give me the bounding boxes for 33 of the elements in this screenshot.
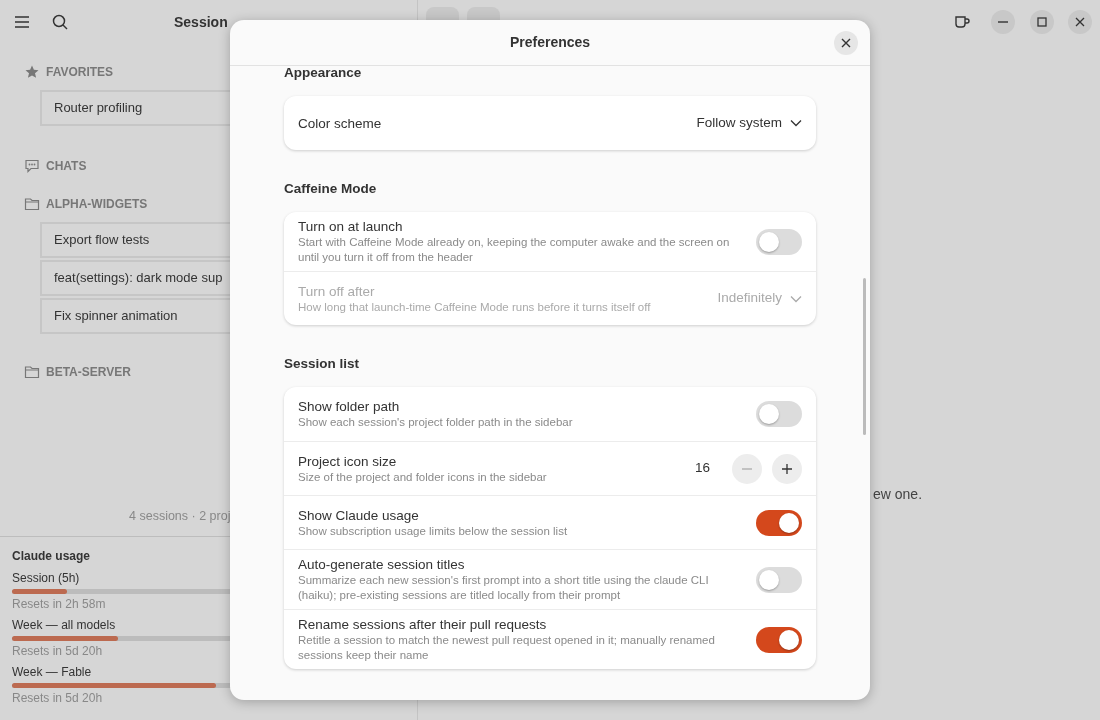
setting-description: Show each session's project folder path in the sidebar (298, 415, 574, 430)
setting-title: Turn off after (298, 282, 376, 300)
empty-message: ew one. (872, 485, 924, 504)
setting-title: Color scheme (298, 114, 383, 132)
session-count: 4 sessions · 2 proj (129, 508, 231, 526)
usage-reading: Resets in 2h 58m (12, 597, 106, 611)
setting-description: Summarize each new session's first prompt into a short title using the claude CLI (haiku); pre-existing sessions are titled locally from their prompt (298, 573, 710, 603)
setting-title: Turn on at launch (298, 218, 404, 235)
usage-label: Week — all models (12, 618, 116, 633)
group-title: Appearance (284, 66, 363, 80)
setting-title: Auto-generate session titles (298, 556, 466, 573)
setting-description: Retitle a session to match the newest pull request opened in it; manually renamed sessions keep their name (298, 633, 716, 663)
setting-title: Show folder path (298, 398, 401, 415)
section-header: BETA-SERVER (46, 364, 131, 381)
group-title: Session list (284, 357, 361, 371)
setting-title: Rename sessions after their pull requests (298, 616, 548, 633)
usage-label: Week — Fable (12, 665, 92, 680)
section-header: FAVORITES (46, 64, 114, 81)
spin-value: 16 (694, 459, 710, 478)
usage-label: Session (5h) (12, 571, 80, 586)
group-title: Caffeine Mode (284, 182, 378, 196)
dialog-title: Preferences (509, 33, 591, 52)
setting-title: Show Claude usage (298, 506, 420, 524)
usage-reading: Resets in 5d 20h (12, 644, 103, 658)
section-header: CHATS (46, 158, 87, 175)
usage-reading: Resets in 5d 20h (12, 691, 103, 705)
section-header: ALPHA-WIDGETS (46, 196, 148, 213)
setting-description: How long that launch-time Caffeine Mode runs before it turns itself off (298, 299, 652, 315)
setting-description: Start with Caffeine Mode already on, keeping the computer awake and the screen on until you turn it off from the header (298, 235, 731, 265)
sidebar-title: Session (174, 12, 228, 32)
setting-description: Show subscription usage limits below the session list (298, 523, 569, 539)
setting-description: Size of the project and folder icons in the sidebar (298, 469, 548, 485)
setting-title: Project icon size (298, 452, 398, 470)
